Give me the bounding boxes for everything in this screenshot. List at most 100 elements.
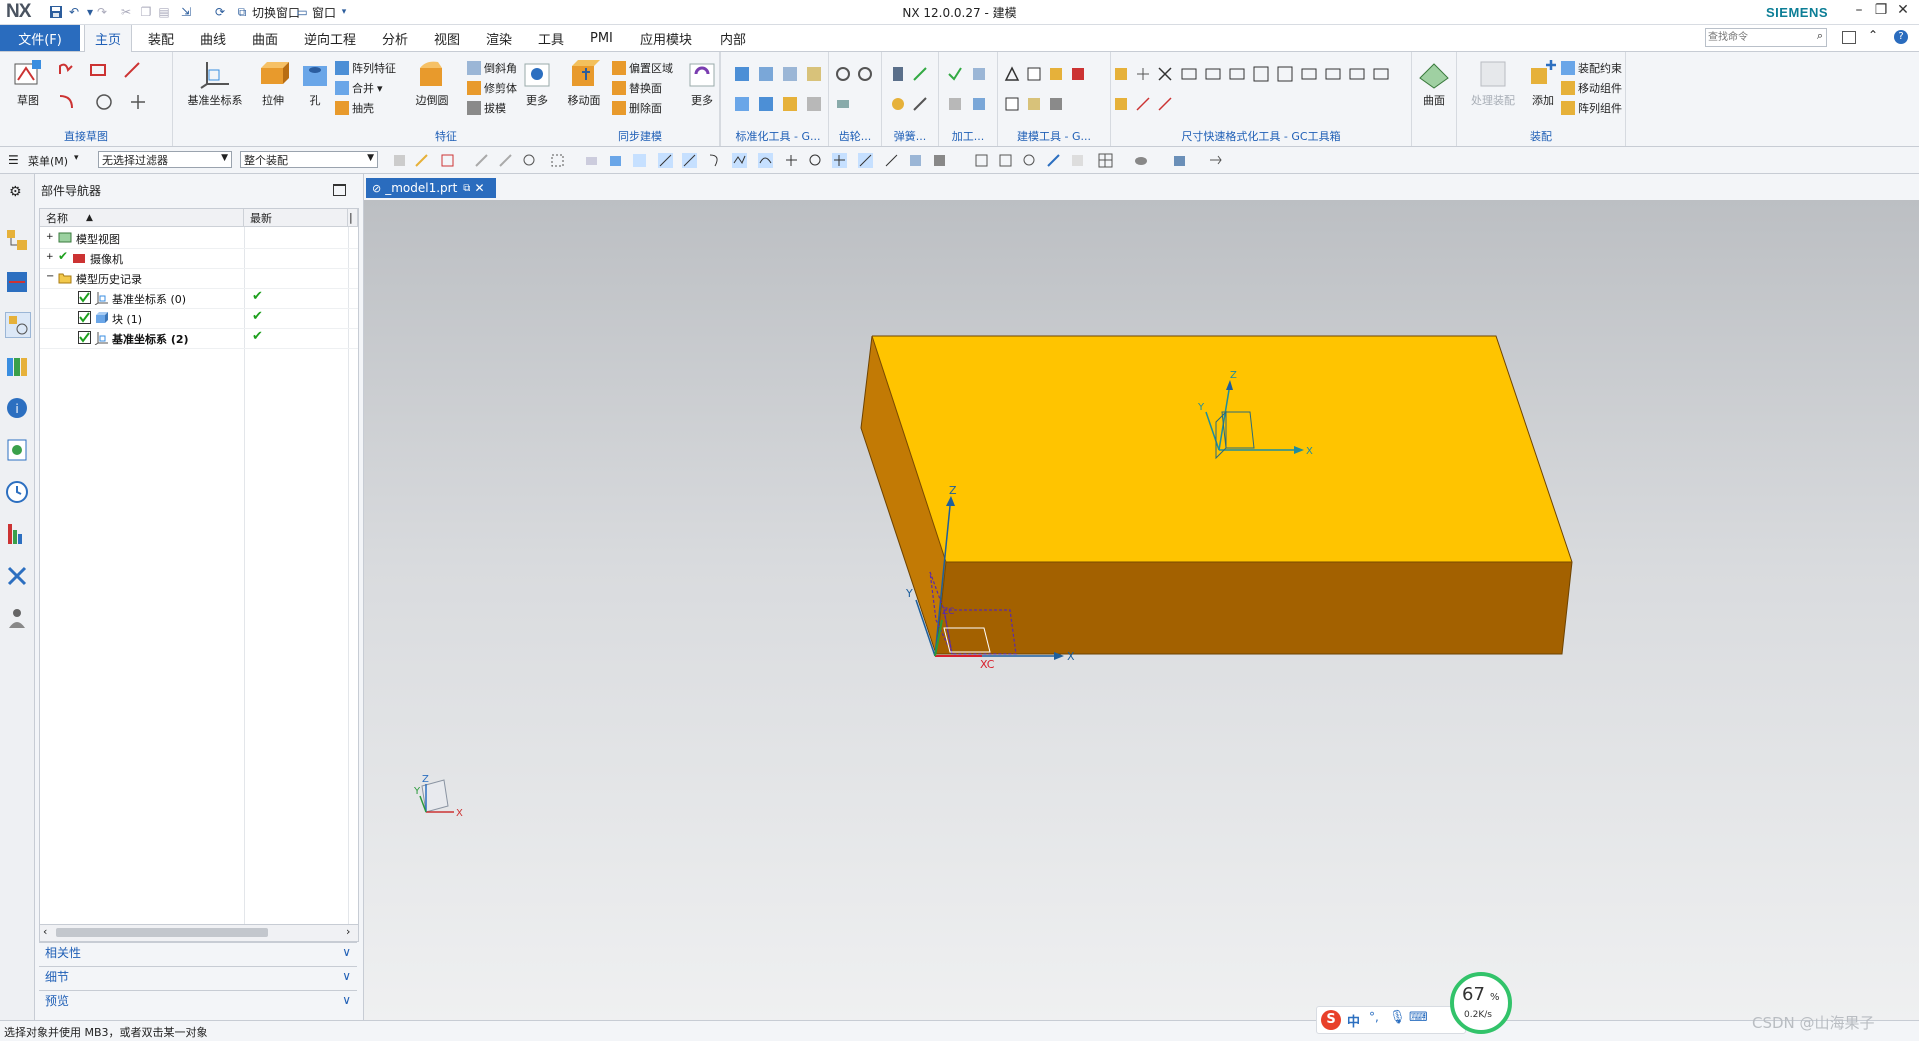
snap-6-icon[interactable] <box>522 153 537 168</box>
add-component-button[interactable]: 添加 <box>1523 58 1563 108</box>
gear-2-icon[interactable] <box>857 66 873 82</box>
dim-tool-4-icon[interactable] <box>1135 96 1151 112</box>
dim-tool-6-icon[interactable] <box>1157 66 1173 82</box>
shaded-icon[interactable] <box>1172 153 1187 168</box>
view-1-icon[interactable] <box>974 153 989 168</box>
settings-icon[interactable]: ⚙ <box>9 184 22 200</box>
graphics-viewport[interactable]: X Z Y X XC Z Y ZC X Z Y <box>364 200 1919 1020</box>
rectangle-icon[interactable] <box>90 62 106 78</box>
model-canvas[interactable]: X Z Y X XC Z Y ZC X Z Y <box>364 200 1919 1020</box>
unite-button[interactable]: 合并 ▾ <box>335 80 383 96</box>
tree-row-block-1[interactable]: 块 (1) ✔ <box>40 308 358 329</box>
assembly-constraint-button[interactable]: 装配约束 <box>1561 60 1622 76</box>
snap-point-7-icon[interactable] <box>884 153 899 168</box>
select-rect-icon[interactable] <box>550 153 565 168</box>
std-tool-3-icon[interactable] <box>782 66 798 82</box>
maximize-icon[interactable] <box>333 184 346 196</box>
dim-tool-8-icon[interactable] <box>1205 66 1221 82</box>
rotate-view-icon[interactable] <box>1022 153 1037 168</box>
menu-button[interactable]: 菜单(M) <box>28 153 68 169</box>
view-4-icon[interactable] <box>1070 153 1085 168</box>
dim-tool-11-icon[interactable] <box>1277 66 1293 82</box>
checkbox-checked-icon[interactable] <box>78 311 91 324</box>
hole-button[interactable]: 孔 <box>295 58 335 108</box>
std-tool-1-icon[interactable] <box>734 66 750 82</box>
tab-tools[interactable]: 工具 <box>528 25 574 51</box>
command-search-input[interactable]: ⌕ <box>1705 28 1827 47</box>
tab-reverse-engineering[interactable]: 逆向工程 <box>294 25 366 51</box>
machining-4-icon[interactable] <box>971 96 987 112</box>
std-tool-6-icon[interactable] <box>758 96 774 112</box>
tree-row-model-views[interactable]: + 模型视图 <box>40 228 358 249</box>
panel-dependencies[interactable]: 相关性 ∨ <box>39 942 357 962</box>
tab-analysis[interactable]: 分析 <box>372 25 418 51</box>
sogou-logo-icon[interactable]: S <box>1321 1010 1341 1030</box>
chamfer-button[interactable]: 倒斜角 <box>467 60 517 76</box>
dim-tool-10-icon[interactable] <box>1253 66 1269 82</box>
close-button[interactable]: ✕ <box>1892 2 1914 22</box>
model-tool-5-icon[interactable] <box>1004 96 1020 112</box>
select-body-icon[interactable] <box>608 153 623 168</box>
restore-button[interactable]: ❐ <box>1870 2 1892 22</box>
std-tool-2-icon[interactable] <box>758 66 774 82</box>
snap-point-1-icon[interactable] <box>732 153 747 168</box>
edit-section-icon[interactable] <box>1208 153 1223 168</box>
render-style-icon[interactable] <box>1134 153 1149 168</box>
gear-3-icon[interactable] <box>835 96 851 112</box>
dim-tool-9-icon[interactable] <box>1229 66 1245 82</box>
snap-point-9-icon[interactable] <box>932 153 947 168</box>
minimize-button[interactable]: – <box>1848 2 1870 22</box>
select-all-icon[interactable] <box>632 153 647 168</box>
delete-face-button[interactable]: 删除面 <box>612 100 662 116</box>
file-menu[interactable]: 文件(F) <box>0 25 80 51</box>
model-tool-1-icon[interactable] <box>1004 66 1020 82</box>
panel-details[interactable]: 细节 ∨ <box>39 966 357 986</box>
tab-render[interactable]: 渲染 <box>476 25 522 51</box>
tab-assembly[interactable]: 装配 <box>138 25 184 51</box>
reuse-library-icon[interactable] <box>5 354 29 378</box>
replace-face-button[interactable]: 替换面 <box>612 80 662 96</box>
expand-icon[interactable]: + <box>46 232 54 242</box>
line-icon[interactable] <box>124 62 140 78</box>
history-icon[interactable] <box>5 480 29 504</box>
spring-2-icon[interactable] <box>912 66 928 82</box>
tab-view[interactable]: 视图 <box>424 25 470 51</box>
model-tool-4-icon[interactable] <box>1070 66 1086 82</box>
column-header-extra[interactable]: | <box>348 209 358 227</box>
draft-button[interactable]: 拔模 <box>467 100 506 116</box>
web-browser-icon[interactable] <box>5 438 29 462</box>
tab-float-icon[interactable]: ⧉ <box>463 183 470 194</box>
ime-keyboard-icon[interactable]: ⌨ <box>1409 1010 1428 1025</box>
sketch-button[interactable]: 草图 <box>8 58 48 108</box>
scroll-right-icon[interactable]: › <box>346 925 350 938</box>
snap-point-5-icon[interactable] <box>832 153 847 168</box>
checkbox-checked-icon[interactable] <box>78 291 91 304</box>
spring-1-icon[interactable] <box>890 66 906 82</box>
curve-rule-1-icon[interactable] <box>658 153 673 168</box>
gear-1-icon[interactable] <box>835 66 851 82</box>
dim-tool-13-icon[interactable] <box>1325 66 1341 82</box>
close-icon[interactable]: ✕ <box>474 181 484 195</box>
std-tool-4-icon[interactable] <box>806 66 822 82</box>
tab-surface[interactable]: 曲面 <box>242 25 288 51</box>
machining-2-icon[interactable] <box>971 66 987 82</box>
view-2-icon[interactable] <box>998 153 1013 168</box>
checkbox-checked-icon[interactable] <box>78 331 91 344</box>
offset-region-button[interactable]: 偏置区域 <box>612 60 673 76</box>
dim-tool-2-icon[interactable] <box>1113 96 1129 112</box>
scrollbar-thumb[interactable] <box>56 928 268 937</box>
tree-row-model-history[interactable]: − 模型历史记录 <box>40 268 358 289</box>
network-speed-widget[interactable]: 67 % 0.2K/s <box>1450 972 1512 1034</box>
tree-row-datum-csys-2[interactable]: 基准坐标系 (2) ✔ <box>40 328 358 349</box>
selection-scope-select[interactable]: 整个装配 ▼ <box>240 151 378 168</box>
datum-csys-button[interactable]: 基准坐标系 <box>187 58 243 108</box>
snap-3-icon[interactable] <box>440 153 455 168</box>
dim-tool-15-icon[interactable] <box>1373 66 1389 82</box>
tab-home[interactable]: 主页 <box>84 25 133 52</box>
column-header-latest[interactable]: 最新 <box>244 209 348 227</box>
collapse-ribbon-icon[interactable]: ⌃ <box>1868 28 1878 42</box>
snap-point-4-icon[interactable] <box>808 153 823 168</box>
feature-more-button[interactable]: 更多 <box>517 58 557 108</box>
ime-mic-icon[interactable]: 🎙 <box>1389 1010 1406 1025</box>
tab-model1-prt[interactable]: ⊘ _model1.prt ⧉ ✕ <box>366 178 496 198</box>
